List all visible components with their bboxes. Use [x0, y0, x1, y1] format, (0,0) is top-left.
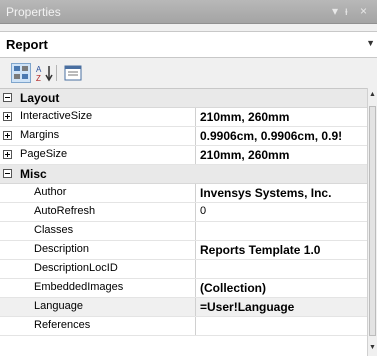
property-name-cell: References	[0, 317, 196, 335]
property-name: AutoRefresh	[34, 205, 96, 217]
svg-text:A: A	[36, 65, 42, 74]
property-row-descriptionlocid[interactable]: DescriptionLocID	[0, 260, 367, 279]
property-pages-button[interactable]	[63, 63, 83, 83]
property-name-cell: Description	[0, 241, 196, 259]
property-name-cell: Classes	[0, 222, 196, 240]
property-row-embeddedimages[interactable]: EmbeddedImages (Collection)	[0, 279, 367, 298]
property-value[interactable]: Reports Template 1.0	[200, 243, 367, 257]
property-value[interactable]: =User!Language	[200, 300, 367, 314]
property-name: Language	[34, 300, 83, 312]
property-value[interactable]: 0	[200, 205, 367, 217]
property-name: References	[34, 319, 91, 331]
categorized-button[interactable]	[11, 63, 31, 83]
property-value[interactable]: (Collection)	[200, 281, 367, 295]
property-value[interactable]: 210mm, 260mm	[200, 110, 367, 124]
property-row-classes[interactable]: Classes	[0, 222, 367, 241]
category-row-misc[interactable]: Misc	[0, 165, 367, 184]
pin-button[interactable]: ᵻ	[345, 4, 348, 18]
property-name-cell: AutoRefresh	[0, 203, 196, 221]
property-row-margins[interactable]: Margins 0.9906cm, 0.9906cm, 0.9!	[0, 127, 367, 146]
scroll-up-icon[interactable]: ▲	[369, 91, 376, 98]
property-name-cell: Margins	[0, 127, 196, 145]
property-row-references[interactable]: References	[0, 317, 367, 336]
property-grid: Layout InteractiveSize 210mm, 260mm Marg…	[0, 88, 377, 356]
window-menu-button[interactable]: ▾	[332, 4, 338, 18]
scroll-down-icon[interactable]: ▼	[369, 344, 376, 351]
vertical-scrollbar[interactable]: ▲ ▼	[367, 88, 377, 356]
property-name-cell: Author	[0, 184, 196, 202]
property-name-cell: EmbeddedImages	[0, 279, 196, 297]
property-row-author[interactable]: Author Invensys Systems, Inc.	[0, 184, 367, 203]
property-name-cell: DescriptionLocID	[0, 260, 196, 278]
scrollbar-thumb[interactable]	[369, 106, 376, 336]
window-title: Properties	[6, 5, 61, 19]
properties-toolbar: A Z	[0, 58, 377, 88]
property-value[interactable]: 210mm, 260mm	[200, 148, 367, 162]
property-row-description[interactable]: Description Reports Template 1.0	[0, 241, 367, 260]
properties-window: Properties ▾ ᵻ × Report ▼ A Z Layout Int…	[0, 0, 377, 356]
property-name-cell: InteractiveSize	[0, 108, 196, 126]
toolbar-separator	[56, 65, 57, 81]
property-value[interactable]: Invensys Systems, Inc.	[200, 186, 367, 200]
property-name: InteractiveSize	[20, 110, 93, 122]
property-name: DescriptionLocID	[34, 262, 118, 274]
property-value[interactable]: 0.9906cm, 0.9906cm, 0.9!	[200, 129, 367, 143]
chevron-down-icon[interactable]: ▼	[366, 38, 375, 48]
collapse-icon[interactable]	[3, 169, 12, 178]
alphabetical-icon: A Z	[36, 65, 53, 83]
object-selector-value: Report	[6, 37, 48, 52]
property-name: Classes	[34, 224, 74, 236]
property-name: PageSize	[20, 148, 68, 160]
collapse-icon[interactable]	[3, 93, 12, 102]
close-button[interactable]: ×	[360, 4, 367, 18]
categorized-icon	[14, 66, 28, 79]
property-name-cell: Language	[0, 298, 196, 316]
title-bar[interactable]: Properties ▾ ᵻ ×	[0, 0, 377, 24]
property-name: Margins	[20, 129, 60, 141]
property-row-pagesize[interactable]: PageSize 210mm, 260mm	[0, 146, 367, 165]
property-name: Author	[34, 186, 67, 198]
alphabetical-button[interactable]: A Z	[35, 63, 55, 83]
property-name-cell: PageSize	[0, 146, 196, 164]
property-row-interactivesize[interactable]: InteractiveSize 210mm, 260mm	[0, 108, 367, 127]
category-label: Layout	[20, 91, 60, 105]
property-pages-icon	[64, 65, 82, 81]
object-selector[interactable]: Report ▼	[0, 31, 377, 58]
property-name: Description	[34, 243, 90, 255]
category-label: Misc	[20, 167, 47, 181]
category-row-layout[interactable]: Layout	[0, 89, 367, 108]
property-row-autorefresh[interactable]: AutoRefresh 0	[0, 203, 367, 222]
property-row-language[interactable]: Language =User!Language	[0, 298, 367, 317]
svg-text:Z: Z	[36, 74, 41, 83]
property-name: EmbeddedImages	[34, 281, 124, 293]
